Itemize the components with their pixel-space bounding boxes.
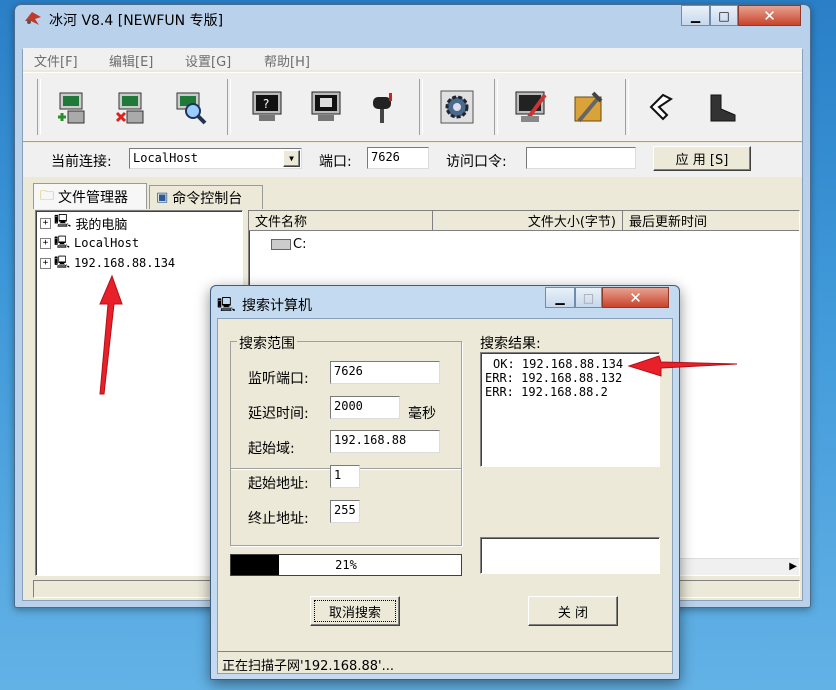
close-button[interactable]: ✕ [738,5,801,26]
delete-computer-icon[interactable] [110,84,156,130]
toolbar-separator [494,79,498,135]
tools-icon[interactable] [566,84,612,130]
maximize-button[interactable]: □ [710,5,738,26]
tab-command-console[interactable]: ▣ 命令控制台 [149,185,263,209]
close-icon: ✕ [629,288,642,307]
expand-icon[interactable]: + [40,217,51,229]
tree-item-label: 192.168.88.134 [74,256,176,270]
close-icon: ✕ [763,6,776,25]
connection-bar: 当前连接: LocalHost ▼ 端口: 7626 访问口令: 应 用 [S] [23,143,802,177]
result-item[interactable]: ERR: 192.168.88.2 [485,385,655,399]
app-icon [23,9,45,29]
delay-unit: 毫秒 [408,406,436,422]
maximize-icon: □ [718,8,730,23]
dialog-maximize-button[interactable]: □ [575,287,602,308]
boot-icon[interactable] [700,84,746,130]
annotation-arrow-up [99,274,123,395]
drive-icon [271,239,291,250]
file-list-item-label: C: [293,237,307,252]
connection-label: 当前连接: [51,154,112,170]
menu-edit[interactable]: 编辑[E] [109,51,153,70]
expand-icon[interactable]: + [40,257,51,269]
screen-info-icon[interactable]: ? [244,84,290,130]
svg-text:?: ? [263,97,269,111]
listen-port-label: 监听端口: [248,371,309,387]
start-address-label: 起始地址: [248,476,309,492]
scroll-right-icon[interactable]: ▶ [789,561,797,572]
column-header-name[interactable]: 文件名称 [249,211,433,231]
search-results-label: 搜索结果: [480,336,541,352]
delay-input[interactable]: 2000 [330,396,400,419]
window-title: 冰河 V8.4 [NEWFUN 专版] [49,13,224,29]
screen-capture-icon[interactable] [303,84,349,130]
computer-icon: 🖳 [54,234,71,249]
listen-port-input[interactable]: 7626 [330,361,440,384]
column-header-modified[interactable]: 最后更新时间 [623,211,799,231]
back-icon[interactable] [640,84,686,130]
toolbar-separator [227,79,231,135]
toolbar-separator [625,79,629,135]
tree-item-my-computer[interactable]: + 🖳 我的电脑 [40,213,127,233]
tab-file-manager[interactable]: 🗀 文件管理器 [33,183,147,209]
start-domain-label: 起始域: [248,441,295,457]
tree-item-label: LocalHost [74,236,140,250]
menu-help[interactable]: 帮助[H] [264,51,310,70]
menu-settings[interactable]: 设置[G] [185,51,231,70]
expand-icon[interactable]: + [40,237,51,249]
password-label: 访问口令: [446,154,507,170]
minimize-icon: ▁ [690,8,701,23]
chevron-down-icon[interactable]: ▼ [283,150,300,167]
menu-bar: 文件[F] 编辑[E] 设置[G] 帮助[H] [23,48,802,70]
search-range-label: 搜索范围 [237,333,297,353]
port-label: 端口: [319,154,352,170]
column-header-size[interactable]: 文件大小(字节) [433,211,623,231]
connection-value: LocalHost [133,151,199,165]
dialog-close-button[interactable]: ✕ [602,287,669,308]
tree-item-localhost[interactable]: + 🖳 LocalHost [40,233,139,253]
tab-file-manager-label: 文件管理器 [58,189,128,206]
end-address-label: 终止地址: [248,511,309,527]
minimize-icon: ▁ [555,290,565,305]
end-address-input[interactable]: 255 [330,500,360,523]
maximize-icon: □ [582,290,595,305]
dialog-app-icon: 🖳 [217,297,236,313]
dialog-status-bar: 正在扫描子网'192.168.88'... [218,651,672,674]
search-computer-icon[interactable] [168,84,214,130]
config-gear-icon[interactable] [434,84,480,130]
connection-select[interactable]: LocalHost ▼ [129,148,302,169]
terminal-icon[interactable] [508,84,554,130]
tree-item-label: 我的电脑 [75,217,128,233]
cancel-search-button[interactable]: 取消搜索 [310,596,400,626]
mailbox-icon[interactable] [360,84,406,130]
minimize-button[interactable]: ▁ [681,5,710,26]
toolbar: ? [23,72,802,142]
progress-text: 21% [335,558,357,572]
delay-label: 延迟时间: [248,406,309,422]
dialog-client: 搜索范围 监听端口: 7626 延迟时间: 2000 毫秒 起始域: 192.1… [217,318,673,674]
annotation-arrow-left [627,355,738,377]
toolbar-separator [419,79,423,135]
start-domain-input[interactable]: 192.168.88 [330,430,440,453]
dialog-minimize-button[interactable]: ▁ [545,287,575,308]
dialog-title: 搜索计算机 [242,298,312,314]
folder-icon: 🗀 [40,187,54,204]
file-list-item[interactable]: C: [271,237,306,252]
tab-command-console-label: 命令控制台 [172,190,243,207]
console-icon: ▣ [156,190,169,205]
dialog-close-action-button[interactable]: 关 闭 [528,596,618,626]
computer-icon: 🖳 [54,254,71,269]
progress-bar: 21% [230,554,462,576]
port-input[interactable]: 7626 [367,147,429,169]
computer-icon: 🖳 [54,214,72,229]
menu-file[interactable]: 文件[F] [34,51,78,70]
toolbar-grip [37,79,41,135]
search-computer-dialog: 🖳 搜索计算机 ▁ □ ✕ 搜索范围 监听端口: 7626 延迟时间: 2000… [210,285,680,680]
add-computer-icon[interactable] [51,84,97,130]
results-detail-box [480,537,660,574]
start-address-input[interactable]: 1 [330,465,360,488]
password-input[interactable] [526,147,636,169]
apply-button[interactable]: 应 用 [S] [653,146,751,171]
